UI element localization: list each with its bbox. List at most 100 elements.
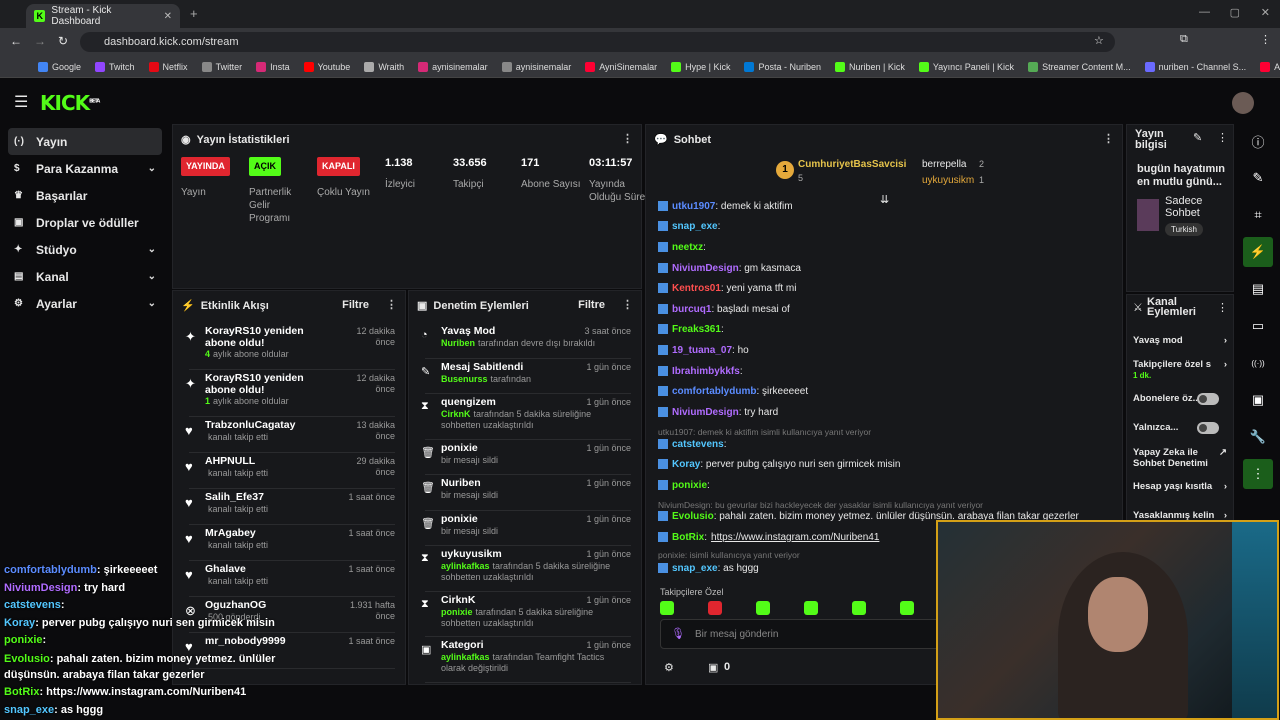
moderator-name[interactable]: CirknK	[441, 409, 471, 419]
window-close-icon[interactable]: ✕	[1261, 6, 1270, 19]
bookmark-item[interactable]: aynisinemalar	[501, 61, 571, 72]
scroll-down-icon[interactable]: ⇊	[880, 193, 889, 206]
wrench-icon[interactable]: 🔧	[1243, 422, 1273, 452]
channel-action-item[interactable]: Yapay Zeka ile Sohbet Denetimi ↗	[1133, 447, 1229, 469]
toggle-switch[interactable]	[1197, 393, 1219, 405]
channel-action-item[interactable]: Abonelere öz...	[1133, 393, 1229, 405]
bookmark-item[interactable]: Aynı Sinemalar - Ça...	[1260, 61, 1280, 72]
channel-action-item[interactable]: Hesap yaşı kısıtla ›	[1133, 481, 1229, 492]
bookmark-item[interactable]: AyniSinemalar	[585, 61, 657, 72]
chevron-down-icon[interactable]: ⌄	[148, 271, 156, 282]
bookmark-item[interactable]: Insta	[256, 61, 290, 72]
moderator-name[interactable]: aylinkafkas	[441, 652, 490, 662]
more-icon[interactable]: ⋮	[1243, 459, 1273, 489]
bolt-icon[interactable]: ⚡	[1243, 237, 1273, 267]
moderation-name[interactable]: ponixie	[441, 513, 571, 525]
toggle-switch[interactable]	[1197, 422, 1219, 434]
bookmark-item[interactable]: Google	[38, 61, 81, 72]
emote-icon[interactable]	[900, 601, 914, 615]
bookmark-item[interactable]: Nuriben | Kick	[834, 61, 905, 72]
moderation-name[interactable]: CirknK	[441, 594, 571, 606]
bookmark-item[interactable]: aynisinemalar	[418, 61, 488, 72]
chat-username[interactable]: NiviumDesign	[672, 407, 739, 418]
bookmark-item[interactable]: Posta - Nuriben	[744, 61, 821, 72]
sidebar-item-6[interactable]: ⚙ Ayarlar ⌄	[0, 290, 170, 317]
channel-action-item[interactable]: Yavaş mod ›	[1133, 335, 1229, 346]
leader-1-name[interactable]: CumhuriyetBasSavcisi	[798, 159, 906, 170]
moderation-name[interactable]: ponixie	[441, 442, 571, 454]
chat-username[interactable]: Freaks361	[672, 324, 721, 335]
activity-name[interactable]: mr_nobody9999	[205, 635, 335, 647]
bookmark-item[interactable]: nuriben - Channel S...	[1144, 61, 1246, 72]
broadcast-icon[interactable]: ((·))	[1243, 348, 1273, 378]
chat-icon[interactable]: ▭	[1243, 311, 1273, 341]
sidebar-item-4[interactable]: ✦ Stüdyo ⌄	[0, 236, 170, 263]
chat-username[interactable]: snap_exe	[672, 563, 718, 574]
sidebar-item-3[interactable]: ▣ Droplar ve ödüller	[0, 209, 170, 236]
moderation-filter-button[interactable]: Filtre	[578, 299, 605, 311]
close-tab-icon[interactable]: ✕	[164, 11, 172, 22]
emote-icon[interactable]	[852, 601, 866, 615]
leader-3-name[interactable]: uykuyusikm	[922, 175, 974, 186]
activity-name[interactable]: OguzhanOG	[205, 599, 335, 611]
chat-username[interactable]: Ibrahimbykkfs	[672, 366, 740, 377]
chat-input[interactable]: 🎙 Bir mesaj gönderin	[660, 619, 960, 649]
stream-info-menu-icon[interactable]: ⋮	[1217, 131, 1228, 144]
browser-tab[interactable]: K Stream - Kick Dashboard ✕	[26, 4, 180, 28]
chevron-down-icon[interactable]: ⌄	[148, 244, 156, 255]
moderation-name[interactable]: quengizem	[441, 396, 571, 408]
bookmark-item[interactable]: Wraith	[364, 61, 404, 72]
activity-name[interactable]: Salih_Efe37	[205, 491, 335, 503]
minimize-icon[interactable]: —	[1199, 6, 1210, 18]
url-input[interactable]: dashboard.kick.com/stream	[80, 32, 1115, 52]
activity-filter-button[interactable]: Filtre	[342, 299, 369, 311]
gift-icon[interactable]: ▣	[708, 661, 718, 674]
channel-actions-menu-icon[interactable]: ⋮	[1217, 301, 1228, 314]
pen-icon[interactable]: ✎	[1243, 163, 1273, 193]
chat-username[interactable]: burcuq1	[672, 304, 711, 315]
moderation-name[interactable]: uykuyusikm	[441, 548, 571, 560]
back-icon[interactable]: ←	[10, 34, 22, 48]
edit-icon[interactable]: ✎	[1193, 131, 1202, 144]
activity-name[interactable]: AHPNULL	[205, 455, 335, 467]
chevron-right-icon[interactable]: ↗	[1219, 447, 1227, 458]
moderator-name[interactable]: Nuriben	[441, 338, 475, 348]
emote-icon[interactable]	[660, 601, 674, 615]
extensions-icon[interactable]: ⧉	[1180, 33, 1188, 46]
chevron-down-icon[interactable]: ⌄	[148, 298, 156, 309]
microphone-icon[interactable]: 🎙	[671, 627, 685, 640]
bookmark-item[interactable]: Twitter	[201, 61, 242, 72]
sidebar-item-0[interactable]: (·) Yayın	[8, 128, 162, 155]
moderation-name[interactable]: Mesaj Sabitlendi	[441, 361, 571, 373]
chat-username[interactable]: snap_exe	[672, 221, 718, 232]
chat-username[interactable]: Kentros01	[672, 283, 721, 294]
emote-icon[interactable]	[708, 601, 722, 615]
chat-username[interactable]: catstevens	[672, 439, 724, 450]
avatar[interactable]	[1232, 92, 1254, 114]
chat-username[interactable]: utku1907	[672, 201, 715, 212]
chevron-right-icon[interactable]: ›	[1224, 359, 1227, 370]
info-icon[interactable]: ⓘ	[1243, 126, 1273, 156]
maximize-icon[interactable]: ▢	[1230, 6, 1240, 19]
activity-name[interactable]: KorayRS10 yeniden abone oldu!	[205, 325, 335, 349]
moderator-name[interactable]: ponixie	[441, 607, 473, 617]
sidebar-item-5[interactable]: ▤ Kanal ⌄	[0, 263, 170, 290]
chat-menu-icon[interactable]: ⋮	[1103, 132, 1114, 145]
emote-icon[interactable]	[804, 601, 818, 615]
channel-action-item[interactable]: Yalnızca...	[1133, 422, 1229, 434]
chat-username[interactable]: 19_tuana_07	[672, 345, 732, 356]
bookmark-item[interactable]: Netflix	[148, 61, 188, 72]
activity-menu-icon[interactable]: ⋮	[386, 298, 397, 311]
settings-link-icon[interactable]: ⚙	[664, 661, 674, 674]
chevron-right-icon[interactable]: ›	[1224, 481, 1227, 492]
hamburger-menu-icon[interactable]: ☰	[14, 92, 28, 112]
chat-username[interactable]: neetxz	[672, 242, 703, 253]
chat-link[interactable]: https://www.instagram.com/Nuriben41	[711, 532, 879, 543]
moderator-name[interactable]: aylinkafkas	[441, 561, 490, 571]
channel-action-item[interactable]: Takipçilere özel s1 dk. ›	[1133, 359, 1229, 381]
sidebar-item-2[interactable]: ♛ Başarılar	[0, 182, 170, 209]
bookmark-item[interactable]: Youtube	[303, 61, 350, 72]
stats-menu-icon[interactable]: ⋮	[622, 132, 633, 145]
reload-icon[interactable]: ↻	[58, 34, 68, 48]
moderator-name[interactable]: Busenurss	[441, 374, 488, 384]
